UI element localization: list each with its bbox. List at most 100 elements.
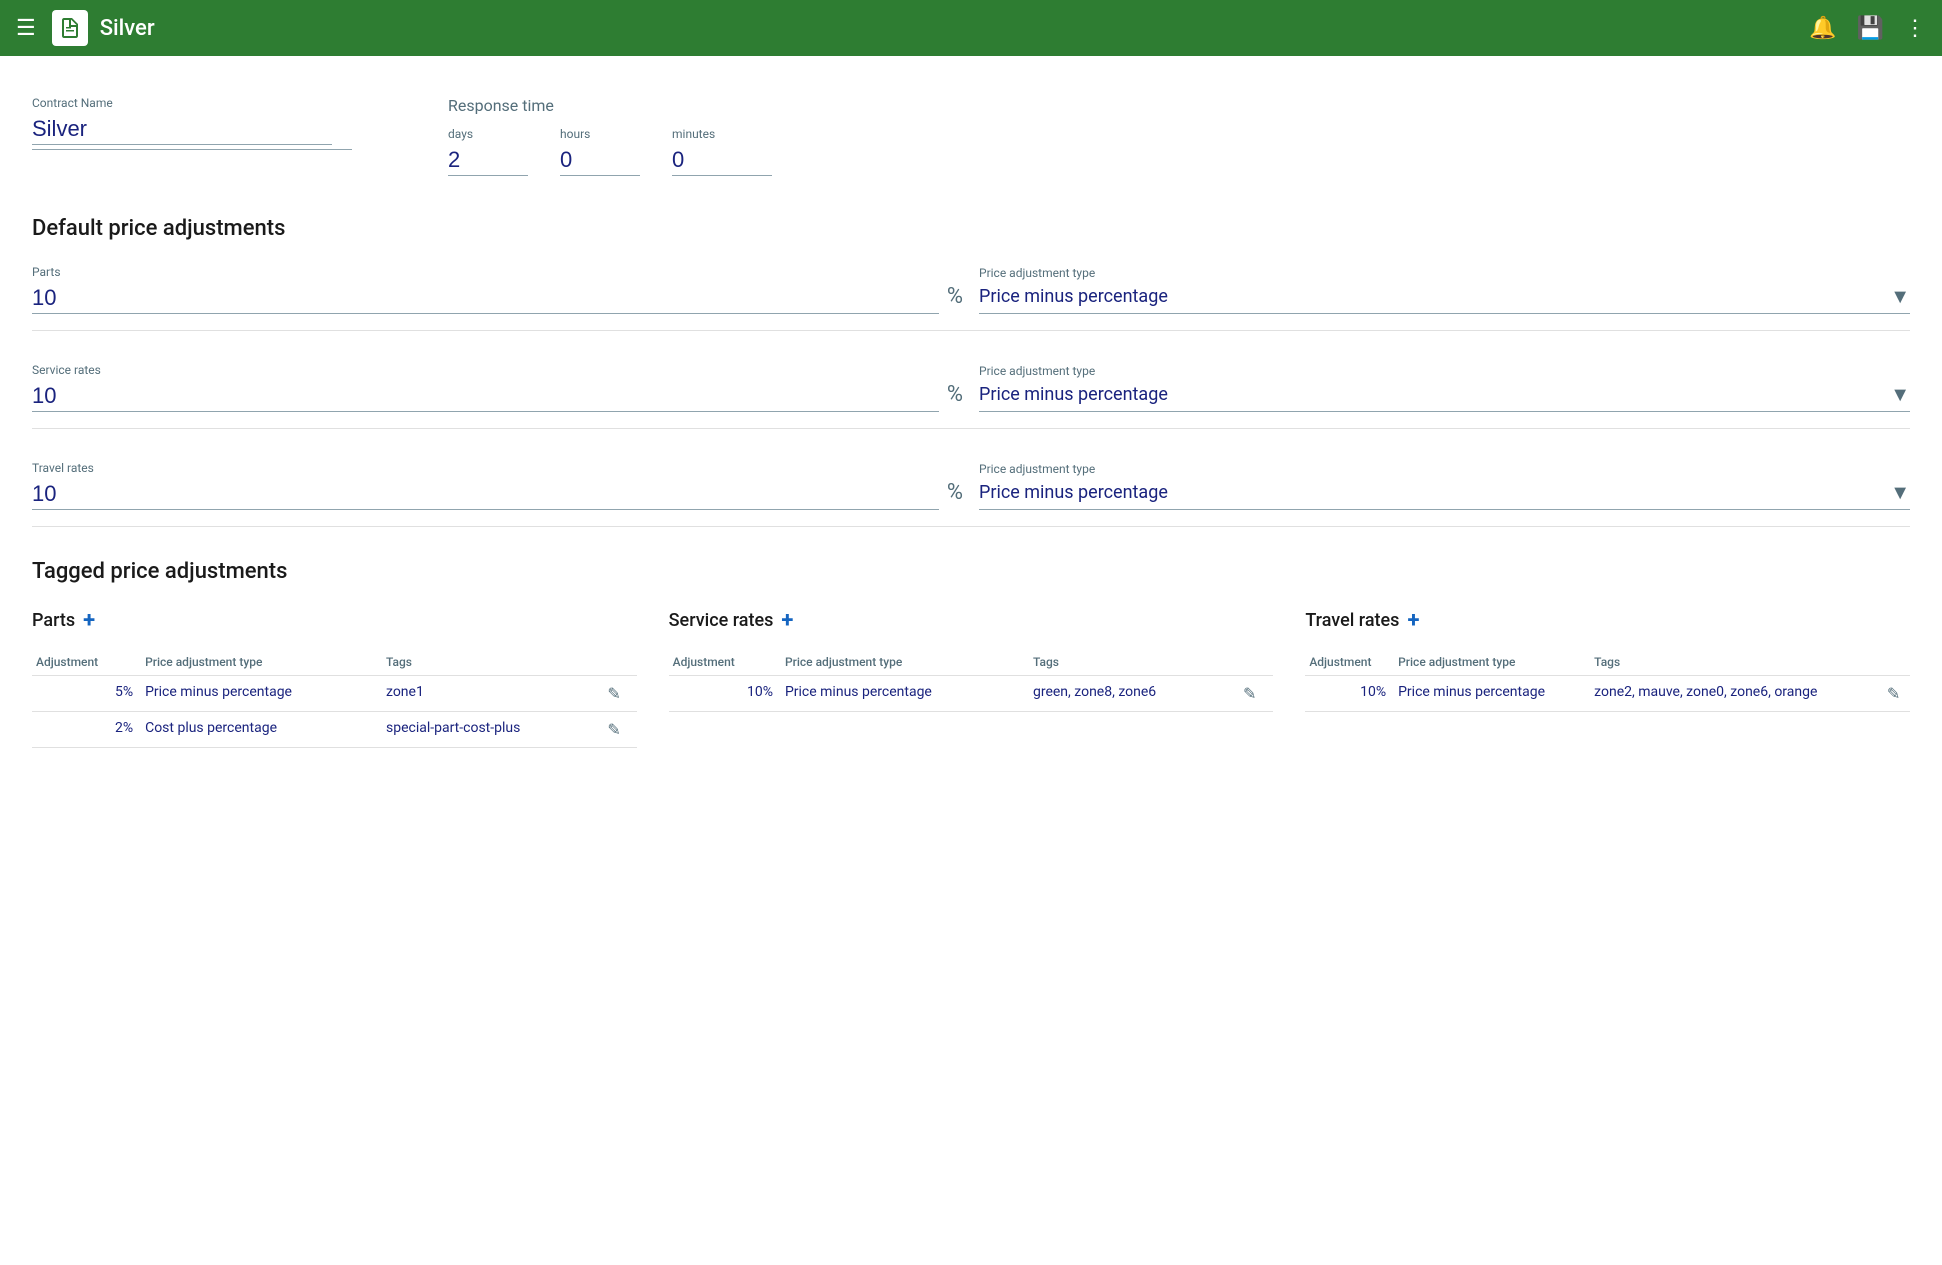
parts-adj-value: Price minus percentage: [979, 286, 1890, 307]
service-rates-adj-label: Price adjustment type: [979, 364, 1910, 378]
travel-tags-col-header: Tags: [1590, 649, 1883, 676]
parts-tags-col-header: Tags: [382, 649, 603, 676]
default-price-adjustments-section: Default price adjustments Parts % Price …: [32, 216, 1910, 527]
header-actions: 🔔 💾 ⋮: [1809, 16, 1926, 41]
travel-rates-right: Price adjustment type Price minus percen…: [979, 462, 1910, 510]
table-row: 10% Price minus percentage green, zone8,…: [669, 676, 1274, 712]
parts-row1-edit-icon[interactable]: ✎: [607, 684, 620, 703]
parts-row2-adj: 2%: [32, 712, 141, 748]
parts-row2-edit-icon[interactable]: ✎: [607, 720, 620, 739]
parts-row1-tags: zone1: [382, 676, 603, 712]
service-row1-type: Price minus percentage: [781, 676, 1029, 712]
menu-icon[interactable]: ☰: [16, 16, 36, 41]
days-input[interactable]: [448, 145, 528, 176]
travel-rates-chevron-icon: ▼: [1890, 480, 1910, 505]
tagged-service-header-row: Adjustment Price adjustment type Tags: [669, 649, 1274, 676]
travel-row1-tags: zone2, mauve, zone0, zone6, orange: [1590, 676, 1883, 712]
travel-type-col-header: Price adjustment type: [1394, 649, 1590, 676]
tagged-travel-rates-column: Travel rates + Adjustment Price adjustme…: [1305, 608, 1910, 748]
tagged-service-rates-header: Service rates +: [669, 608, 1274, 633]
tagged-travel-rates-title: Travel rates: [1305, 610, 1399, 631]
parts-adj-select[interactable]: Price minus percentage ▼: [979, 284, 1910, 314]
parts-left: Parts %: [32, 265, 963, 314]
service-rates-left: Service rates %: [32, 363, 963, 412]
app-icon: [52, 10, 88, 46]
travel-rates-adjustment-row: Travel rates % Price adjustment type Pri…: [32, 461, 1910, 527]
notifications-icon[interactable]: 🔔: [1809, 16, 1836, 41]
hours-field: hours: [560, 127, 640, 176]
page-title: Silver: [100, 16, 1809, 41]
service-rates-percent-icon: %: [947, 382, 963, 407]
tagged-parts-header-row: Adjustment Price adjustment type Tags: [32, 649, 637, 676]
travel-rates-input[interactable]: [32, 479, 939, 510]
travel-rates-adj-label: Price adjustment type: [979, 462, 1910, 476]
tagged-columns: Parts + Adjustment Price adjustment type…: [32, 608, 1910, 748]
parts-row2-tags: special-part-cost-plus: [382, 712, 603, 748]
hours-input[interactable]: [560, 145, 640, 176]
default-adjustments-title: Default price adjustments: [32, 216, 1910, 241]
parts-type-col-header: Price adjustment type: [141, 649, 382, 676]
parts-row2-type: Cost plus percentage: [141, 712, 382, 748]
travel-rates-percent-icon: %: [947, 480, 963, 505]
parts-row1-type: Price minus percentage: [141, 676, 382, 712]
tagged-adjustments-title: Tagged price adjustments: [32, 559, 1910, 584]
tagged-service-rates-table: Adjustment Price adjustment type Tags 10…: [669, 649, 1274, 712]
parts-input[interactable]: [32, 283, 939, 314]
service-rates-adj-select[interactable]: Price minus percentage ▼: [979, 382, 1910, 412]
tagged-service-rates-column: Service rates + Adjustment Price adjustm…: [669, 608, 1274, 748]
service-row1-edit-icon[interactable]: ✎: [1243, 684, 1256, 703]
parts-label: Parts: [32, 265, 963, 279]
response-time-label: Response time: [448, 96, 772, 115]
service-rates-right: Price adjustment type Price minus percen…: [979, 364, 1910, 412]
service-row1-edit-cell: ✎: [1239, 676, 1273, 712]
travel-row1-edit-cell: ✎: [1883, 676, 1910, 712]
contract-name-label: Contract Name: [32, 96, 352, 110]
tagged-parts-table: Adjustment Price adjustment type Tags 5%…: [32, 649, 637, 748]
service-rates-adj-value: Price minus percentage: [979, 384, 1890, 405]
tagged-service-rates-title: Service rates: [669, 610, 774, 631]
parts-row1-edit-cell: ✎: [603, 676, 636, 712]
hours-label: hours: [560, 127, 640, 141]
tagged-parts-column: Parts + Adjustment Price adjustment type…: [32, 608, 637, 748]
days-label: days: [448, 127, 528, 141]
response-time-fields: days hours minutes: [448, 127, 772, 176]
more-options-icon[interactable]: ⋮: [1904, 16, 1926, 41]
service-tags-col-header: Tags: [1029, 649, 1239, 676]
travel-rates-input-row: %: [32, 479, 963, 510]
travel-rates-adj-select[interactable]: Price minus percentage ▼: [979, 480, 1910, 510]
tagged-travel-header-row: Adjustment Price adjustment type Tags: [1305, 649, 1910, 676]
service-rates-input-row: %: [32, 381, 963, 412]
travel-row1-edit-icon[interactable]: ✎: [1887, 684, 1900, 703]
table-row: 5% Price minus percentage zone1 ✎: [32, 676, 637, 712]
tagged-parts-add-icon[interactable]: +: [83, 608, 95, 633]
service-rates-chevron-icon: ▼: [1890, 382, 1910, 407]
table-row: 10% Price minus percentage zone2, mauve,…: [1305, 676, 1910, 712]
app-header: ☰ Silver 🔔 💾 ⋮: [0, 0, 1942, 56]
service-row1-tags: green, zone8, zone6: [1029, 676, 1239, 712]
parts-row2-edit-cell: ✎: [603, 712, 636, 748]
tagged-parts-header: Parts +: [32, 608, 637, 633]
days-field: days: [448, 127, 528, 176]
parts-adjustment-row: Parts % Price adjustment type Price minu…: [32, 265, 1910, 331]
travel-adj-col-header: Adjustment: [1305, 649, 1394, 676]
parts-row1-adj: 5%: [32, 676, 141, 712]
tagged-travel-rates-header: Travel rates +: [1305, 608, 1910, 633]
parts-input-row: %: [32, 283, 963, 314]
save-icon[interactable]: 💾: [1857, 16, 1884, 41]
travel-rates-label: Travel rates: [32, 461, 963, 475]
main-content: Contract Name Response time days hours m…: [0, 56, 1942, 772]
tagged-price-adjustments-section: Tagged price adjustments Parts + Adjustm…: [32, 559, 1910, 748]
travel-rates-left: Travel rates %: [32, 461, 963, 510]
travel-row1-adj: 10%: [1305, 676, 1394, 712]
service-row1-adj: 10%: [669, 676, 781, 712]
service-rates-label: Service rates: [32, 363, 963, 377]
service-rates-input[interactable]: [32, 381, 939, 412]
table-row: 2% Cost plus percentage special-part-cos…: [32, 712, 637, 748]
response-time-section: Response time days hours minutes: [448, 96, 772, 176]
service-rates-adjustment-row: Service rates % Price adjustment type Pr…: [32, 363, 1910, 429]
travel-rates-adj-value: Price minus percentage: [979, 482, 1890, 503]
contract-name-input[interactable]: [32, 114, 332, 145]
tagged-travel-rates-add-icon[interactable]: +: [1407, 608, 1419, 633]
minutes-input[interactable]: [672, 145, 772, 176]
tagged-service-rates-add-icon[interactable]: +: [781, 608, 793, 633]
